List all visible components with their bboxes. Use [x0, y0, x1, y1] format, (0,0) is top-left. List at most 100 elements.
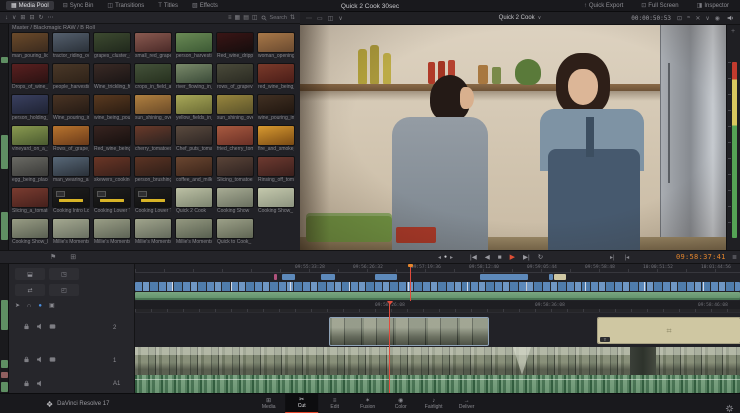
- breadcrumb[interactable]: Master / Blackmagic RAW / B Roll: [12, 25, 95, 31]
- media-clip[interactable]: Millie's Moments ...: [52, 218, 90, 245]
- refresh-icon[interactable]: ↻: [38, 15, 43, 21]
- timeline-playhead[interactable]: [386, 301, 393, 393]
- media-clip[interactable]: Cooking Lower Thi...: [134, 187, 172, 214]
- lock-icon[interactable]: [23, 323, 30, 330]
- media-clip[interactable]: yellow_fields_in_bl...: [175, 94, 213, 121]
- go-to-start-button[interactable]: |◀: [470, 253, 477, 261]
- tab-edit[interactable]: ≡ Edit: [318, 394, 351, 413]
- lock-icon[interactable]: [23, 380, 30, 387]
- overview-ruler[interactable]: 09:55:33:28 09:56:26:32 09:57:19:36 09:58:1…: [135, 264, 740, 273]
- media-clip[interactable]: Drops_of_wine_sp...: [11, 63, 49, 90]
- media-clip[interactable]: Slicing_a_tomato_...: [11, 187, 49, 214]
- media-clip[interactable]: sun_shining_over_...: [216, 94, 254, 121]
- media-clip[interactable]: Millie's Moments ...: [93, 218, 131, 245]
- append-tool[interactable]: ◳: [49, 268, 79, 280]
- viewer-options-icon[interactable]: ⋯: [306, 15, 312, 22]
- search-input[interactable]: Search: [270, 15, 287, 21]
- media-clip[interactable]: grapes_cluster_on...: [93, 32, 131, 59]
- media-clip[interactable]: man_wearing_an_...: [52, 156, 90, 183]
- media-clip[interactable]: Millie's Moments ...: [175, 218, 213, 245]
- track-v1-filmstrip[interactable]: [135, 347, 740, 375]
- media-clip[interactable]: Wine_pouring_int...: [52, 94, 90, 121]
- media-clip[interactable]: Slicing_tomatoes_...: [216, 156, 254, 183]
- media-clip[interactable]: Quick 2 Cook: [175, 187, 213, 214]
- media-clip[interactable]: Red_wine_being_p...: [93, 125, 131, 152]
- quick-export-button[interactable]: ↑ Quick Export: [579, 2, 628, 10]
- full-screen-button[interactable]: ⊡ Full Screen: [636, 1, 683, 10]
- plus-icon[interactable]: +: [731, 28, 735, 35]
- view-mode-icon[interactable]: ◫: [328, 15, 334, 22]
- media-clip[interactable]: skewers_cooking_...: [93, 156, 131, 183]
- timeline-selector[interactable]: Quick 2 Cook ∨: [499, 15, 542, 21]
- transitions-button[interactable]: ◫ Transitions: [102, 1, 149, 10]
- title-clip[interactable]: ⌗ T: [597, 317, 740, 344]
- media-clip[interactable]: wine_being_poure...: [93, 94, 131, 121]
- media-clip[interactable]: Wine_trickling_fro...: [93, 63, 131, 90]
- overview-clip[interactable]: [375, 274, 397, 280]
- media-clip[interactable]: Rows_of_grape_tr...: [52, 125, 90, 152]
- media-clip[interactable]: man_pouring_liqu...: [11, 32, 49, 59]
- overview-clip[interactable]: [274, 274, 277, 280]
- previous-edit-icon[interactable]: |◂: [625, 254, 630, 261]
- media-clip[interactable]: sun_shining_over_...: [134, 94, 172, 121]
- tab-deliver[interactable]: → Deliver: [450, 394, 483, 413]
- ripple-overwrite-tool[interactable]: ⇄: [15, 284, 45, 296]
- mute-icon[interactable]: [36, 380, 43, 387]
- transition-marker[interactable]: [513, 347, 531, 375]
- media-clip[interactable]: woman_opening_...: [257, 32, 295, 59]
- import-caret-icon[interactable]: ∨: [12, 15, 16, 21]
- next-edit-icon[interactable]: ▸|: [610, 254, 615, 261]
- tab-fairlight[interactable]: ♪ Fairlight: [417, 394, 450, 413]
- media-clip[interactable]: Cooking Intro Log...: [52, 187, 90, 214]
- overview-audio-track[interactable]: [135, 292, 740, 300]
- media-clip[interactable]: Cooking Show_Int...: [11, 218, 49, 245]
- media-clip[interactable]: Cooking Show_: [257, 187, 295, 214]
- tab-cut[interactable]: ✂ Cut: [285, 394, 319, 413]
- timeline-options-icon[interactable]: ≣: [732, 254, 737, 261]
- overview-clip[interactable]: [554, 274, 566, 280]
- color-badge-icon[interactable]: ◉: [715, 15, 720, 22]
- fast-review-control[interactable]: ◂ ● ▸: [438, 254, 453, 261]
- mute-icon[interactable]: [36, 323, 43, 330]
- snap-enabled-icon[interactable]: ●: [38, 303, 42, 309]
- media-clip[interactable]: cherry_tomatoes_...: [134, 125, 172, 152]
- media-clip[interactable]: vineyard_on_a_far...: [11, 125, 49, 152]
- sync-bin-button[interactable]: ⊟ Sync Bin: [58, 1, 99, 10]
- media-clip[interactable]: person_brushing_...: [134, 156, 172, 183]
- track-a1-waveform[interactable]: [135, 375, 740, 393]
- overview-clip[interactable]: [321, 274, 335, 280]
- thumbnail-view-icon[interactable]: ▦: [235, 15, 241, 21]
- close-icon[interactable]: ✕: [695, 15, 700, 22]
- overview-clip[interactable]: [282, 274, 295, 280]
- match-frame-icon[interactable]: ⊡: [677, 15, 682, 22]
- import-media-icon[interactable]: ↓: [5, 15, 8, 21]
- viewer-video[interactable]: [300, 25, 726, 250]
- media-pool-button[interactable]: ▦ Media Pool: [6, 1, 54, 10]
- bin-strip[interactable]: [0, 24, 9, 393]
- media-clip[interactable]: crops_in_field_at_...: [134, 63, 172, 90]
- flag-icon[interactable]: ⚑: [50, 253, 56, 261]
- close-up-tool[interactable]: ◰: [49, 284, 79, 296]
- monitor-icon[interactable]: [49, 356, 56, 363]
- stop-button[interactable]: ■: [498, 254, 502, 261]
- snapping-icon[interactable]: ∩: [27, 303, 31, 309]
- media-clip[interactable]: red_wine_being_p...: [257, 63, 295, 90]
- mute-icon[interactable]: [36, 356, 43, 363]
- pointer-tool-icon[interactable]: ➤: [15, 302, 20, 309]
- titles-button[interactable]: T Titles: [153, 2, 183, 10]
- go-to-end-button[interactable]: ▶|: [523, 253, 530, 261]
- play-button[interactable]: ▶: [510, 253, 515, 261]
- search-icon[interactable]: [261, 15, 267, 21]
- media-clip[interactable]: fire_and_smoke_c...: [257, 125, 295, 152]
- media-clip[interactable]: wine_pouring_into...: [257, 94, 295, 121]
- media-clip[interactable]: person_harvestin...: [175, 32, 213, 59]
- boring-detector-icon[interactable]: ⊞: [70, 253, 76, 261]
- media-clip[interactable]: Quick to Cook_: [216, 218, 254, 245]
- sort-icon[interactable]: ⇅: [290, 15, 295, 21]
- camera-icon[interactable]: ≈: [687, 15, 690, 22]
- monitor-icon[interactable]: [49, 323, 56, 330]
- strip-view-icon[interactable]: ▤: [243, 15, 249, 21]
- tab-media[interactable]: ⊞ Media: [252, 394, 285, 413]
- tool-caret-icon[interactable]: ∨: [705, 15, 709, 22]
- inspector-button[interactable]: ◨ Inspector: [692, 1, 734, 10]
